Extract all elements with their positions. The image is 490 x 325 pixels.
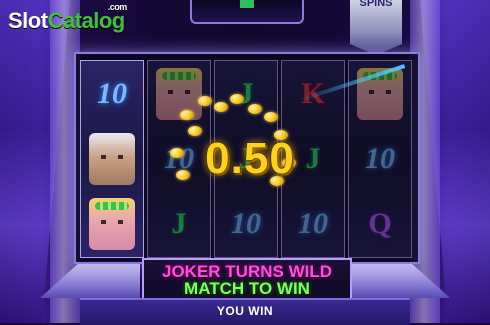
queen-symbol <box>83 193 141 255</box>
coin-icon <box>230 94 244 104</box>
coin-icon <box>214 102 228 112</box>
coin-icon <box>176 170 190 180</box>
jack-symbol: J <box>171 207 187 240</box>
reel-1: 10 <box>80 60 144 258</box>
king-symbol <box>83 128 141 190</box>
reel-symbol: 10 <box>284 193 342 255</box>
green-gem-icon <box>240 0 254 8</box>
coin-icon <box>198 96 212 106</box>
you-win-label: YOU WIN <box>216 304 274 318</box>
spins-label: SPINS <box>359 0 393 9</box>
reel-symbol: J <box>150 193 208 255</box>
ten-symbol: 10 <box>231 207 261 240</box>
reel-symbol: Q <box>351 193 409 255</box>
reel-symbol: 10 <box>351 128 409 190</box>
you-win-bar: YOU WIN <box>80 298 410 325</box>
spins-tab: SPINS <box>350 0 402 55</box>
banner-line-2: MATCH TO WIN <box>184 279 310 298</box>
top-jackpot-box <box>190 0 304 24</box>
ten-symbol: 10 <box>365 142 395 175</box>
slotcatalog-watermark: SlotCatalog .com <box>8 2 127 34</box>
feature-banner: JOKER TURNS WILD MATCH TO WIN <box>142 258 352 300</box>
reel-symbol: 10 <box>217 193 275 255</box>
coin-icon <box>180 110 194 120</box>
coin-icon <box>170 148 184 158</box>
coin-icon <box>248 104 262 114</box>
reel-5: 10 Q <box>348 60 412 258</box>
jack-symbol: J <box>305 142 321 175</box>
watermark-slot: Slot <box>8 8 48 33</box>
coin-icon <box>264 112 278 122</box>
ten-symbol: 10 <box>298 207 328 240</box>
win-amount: 0.50 <box>205 134 295 183</box>
queen-letter-symbol: Q <box>368 207 392 240</box>
watermark-com: .com <box>107 2 128 12</box>
ten-symbol: 10 <box>97 77 127 110</box>
reel-symbol: 10 <box>83 63 141 125</box>
